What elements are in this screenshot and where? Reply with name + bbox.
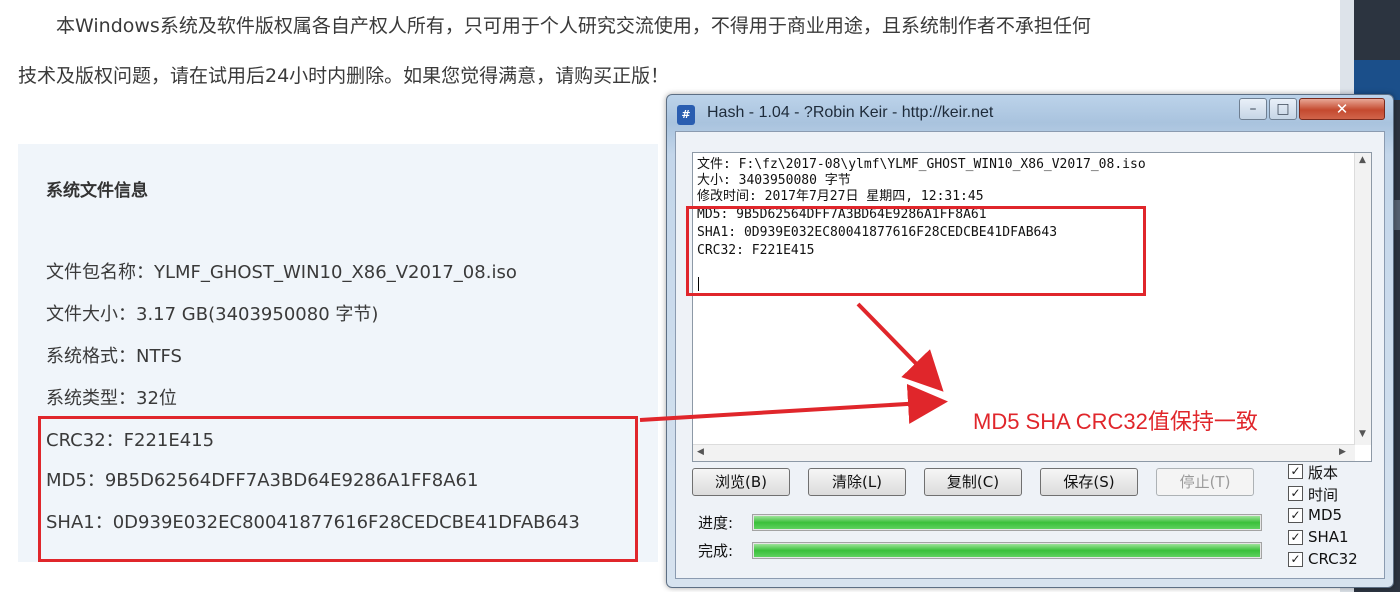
annotation-arrows xyxy=(639,302,948,424)
arrow-from-tool xyxy=(856,302,944,392)
arrow-from-page xyxy=(639,383,948,424)
annotation-label: MD5 SHA CRC32值保持一致 xyxy=(973,409,1258,434)
